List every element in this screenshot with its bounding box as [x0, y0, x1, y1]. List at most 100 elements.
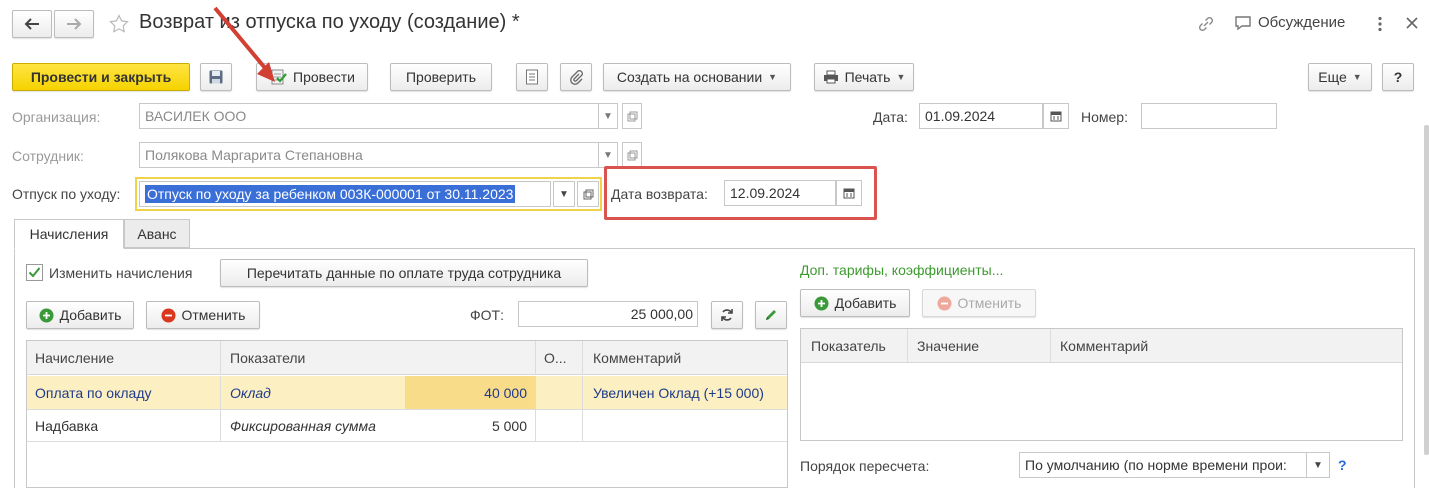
- vertical-scrollbar[interactable]: [1424, 125, 1429, 455]
- leave-field[interactable]: Отпуск по уходу за ребенком 003К-000001 …: [139, 181, 551, 207]
- reread-payroll-button[interactable]: Перечитать данные по оплате труда сотруд…: [220, 259, 588, 287]
- cancel-accrual-label: Отменить: [181, 307, 246, 323]
- star-icon[interactable]: [108, 13, 130, 35]
- tab-accruals-label: Начисления: [29, 226, 109, 242]
- row1-o: [544, 376, 578, 409]
- annotation-arrow: [213, 6, 275, 82]
- cancel-indicator-button[interactable]: Отменить: [922, 289, 1036, 317]
- dropdown-arrow-icon: ▼: [896, 72, 906, 82]
- leave-field-value: Отпуск по уходу за ребенком 003К-000001 …: [145, 185, 516, 203]
- document-journal-button[interactable]: [516, 63, 548, 91]
- add-accrual-button[interactable]: Добавить: [26, 301, 134, 329]
- attach-button[interactable]: [560, 63, 592, 91]
- discussion-button[interactable]: Обсуждение: [1234, 14, 1345, 31]
- fot-field[interactable]: 25 000,00: [518, 301, 698, 327]
- more-button[interactable]: Еще ▼: [1308, 63, 1372, 91]
- col-divider: [220, 341, 221, 375]
- add-accrual-label: Добавить: [59, 307, 122, 323]
- col-indicator[interactable]: Показатель: [811, 329, 886, 363]
- create-based-on-label: Создать на основании: [616, 69, 763, 85]
- refresh-fot-button[interactable]: [711, 301, 743, 329]
- change-accruals-checkbox[interactable]: [26, 264, 43, 281]
- arrow-right-icon: [66, 18, 82, 30]
- create-based-on-button[interactable]: Создать на основании ▼: [603, 63, 791, 91]
- col-comment[interactable]: Комментарий: [1060, 329, 1148, 363]
- dropdown-arrow-icon: ▼: [768, 72, 778, 82]
- recalc-help-icon[interactable]: ?: [1338, 457, 1347, 473]
- organization-dropdown[interactable]: ▼: [598, 103, 618, 129]
- organization-label: Организация:: [12, 109, 101, 125]
- checkmark-icon: [28, 267, 41, 278]
- recalc-order-dropdown[interactable]: ▼: [1306, 452, 1330, 478]
- employee-field[interactable]: Полякова Маргарита Степановна: [139, 142, 599, 168]
- fot-value: 25 000,00: [630, 306, 693, 322]
- forward-button[interactable]: [54, 10, 94, 38]
- arrow-left-icon: [24, 18, 40, 30]
- employee-label: Сотрудник:: [12, 148, 84, 164]
- recalc-order-label: Порядок пересчета:: [800, 458, 930, 474]
- more-label: Еще: [1318, 69, 1347, 85]
- back-button[interactable]: [12, 10, 52, 38]
- col-indicators[interactable]: Показатели: [230, 341, 530, 375]
- row1-comment: Увеличен Оклад (+15 000): [593, 384, 764, 401]
- leave-label: Отпуск по уходу:: [12, 186, 121, 202]
- organization-open[interactable]: [622, 103, 642, 129]
- return-date-calendar-button[interactable]: [836, 180, 862, 206]
- document-list-icon: [525, 69, 539, 85]
- post-and-close-button[interactable]: Провести и закрыть: [12, 63, 190, 91]
- col-divider: [582, 341, 583, 375]
- open-window-icon: [583, 189, 594, 200]
- col-o[interactable]: О...: [544, 341, 578, 375]
- printer-icon: [823, 70, 839, 84]
- leave-open[interactable]: [577, 181, 599, 207]
- cancel-accrual-button[interactable]: Отменить: [146, 301, 260, 329]
- number-field[interactable]: [1141, 103, 1277, 129]
- minus-circle-icon: [937, 296, 952, 311]
- date-calendar-button[interactable]: [1043, 103, 1069, 129]
- leave-dropdown[interactable]: ▼: [553, 181, 575, 207]
- window-title: Возврат из отпуска по уходу (создание) *: [139, 11, 520, 33]
- return-date-field[interactable]: 12.09.2024: [724, 180, 836, 206]
- organization-field[interactable]: ВАСИЛЕК ООО: [139, 103, 599, 129]
- row2-o: [544, 410, 578, 441]
- fot-label: ФОТ:: [470, 307, 504, 323]
- col-value[interactable]: Значение: [917, 329, 979, 363]
- refresh-icon: [720, 308, 734, 322]
- col-divider: [535, 341, 536, 375]
- edit-fot-button[interactable]: [755, 301, 787, 329]
- row1-value: 40 000: [484, 384, 527, 401]
- print-button[interactable]: Печать ▼: [814, 63, 914, 91]
- discussion-label: Обсуждение: [1258, 14, 1346, 31]
- tab-accruals[interactable]: Начисления: [14, 219, 124, 249]
- add-indicator-button[interactable]: Добавить: [800, 289, 910, 317]
- row2-indicator: Фиксированная сумма: [230, 417, 376, 434]
- plus-circle-icon: [814, 296, 829, 311]
- tab-advance[interactable]: Аванс: [124, 219, 190, 248]
- recalc-order-field[interactable]: По умолчанию (по норме времени прои:: [1019, 452, 1307, 478]
- col-divider: [1050, 329, 1051, 363]
- plus-circle-icon: [39, 308, 54, 323]
- col-comment[interactable]: Комментарий: [593, 341, 783, 375]
- check-button[interactable]: Проверить: [390, 63, 492, 91]
- row-divider: [27, 441, 787, 442]
- row2-accrual: Надбавка: [35, 417, 99, 434]
- calendar-icon: [843, 187, 855, 199]
- open-window-icon: [627, 150, 638, 161]
- post-button-label: Провести: [293, 69, 355, 85]
- close-icon[interactable]: [1404, 15, 1420, 31]
- calendar-icon: [1050, 110, 1062, 122]
- add-indicator-label: Добавить: [834, 295, 897, 311]
- help-button[interactable]: ?: [1382, 63, 1414, 91]
- link-icon[interactable]: [1196, 14, 1216, 34]
- employee-dropdown[interactable]: ▼: [598, 142, 618, 168]
- cancel-indicator-label: Отменить: [957, 295, 1022, 311]
- date-field[interactable]: 01.09.2024: [919, 103, 1043, 129]
- extra-tariffs-link[interactable]: Доп. тарифы, коэффициенты...: [800, 262, 1003, 278]
- dropdown-arrow-icon: ▼: [603, 110, 613, 122]
- paperclip-icon: [569, 69, 583, 85]
- col-accrual[interactable]: Начисление: [35, 341, 215, 375]
- employee-open[interactable]: [622, 142, 642, 168]
- more-vert-icon[interactable]: [1374, 14, 1386, 34]
- open-window-icon: [627, 111, 638, 122]
- print-label: Печать: [844, 69, 891, 85]
